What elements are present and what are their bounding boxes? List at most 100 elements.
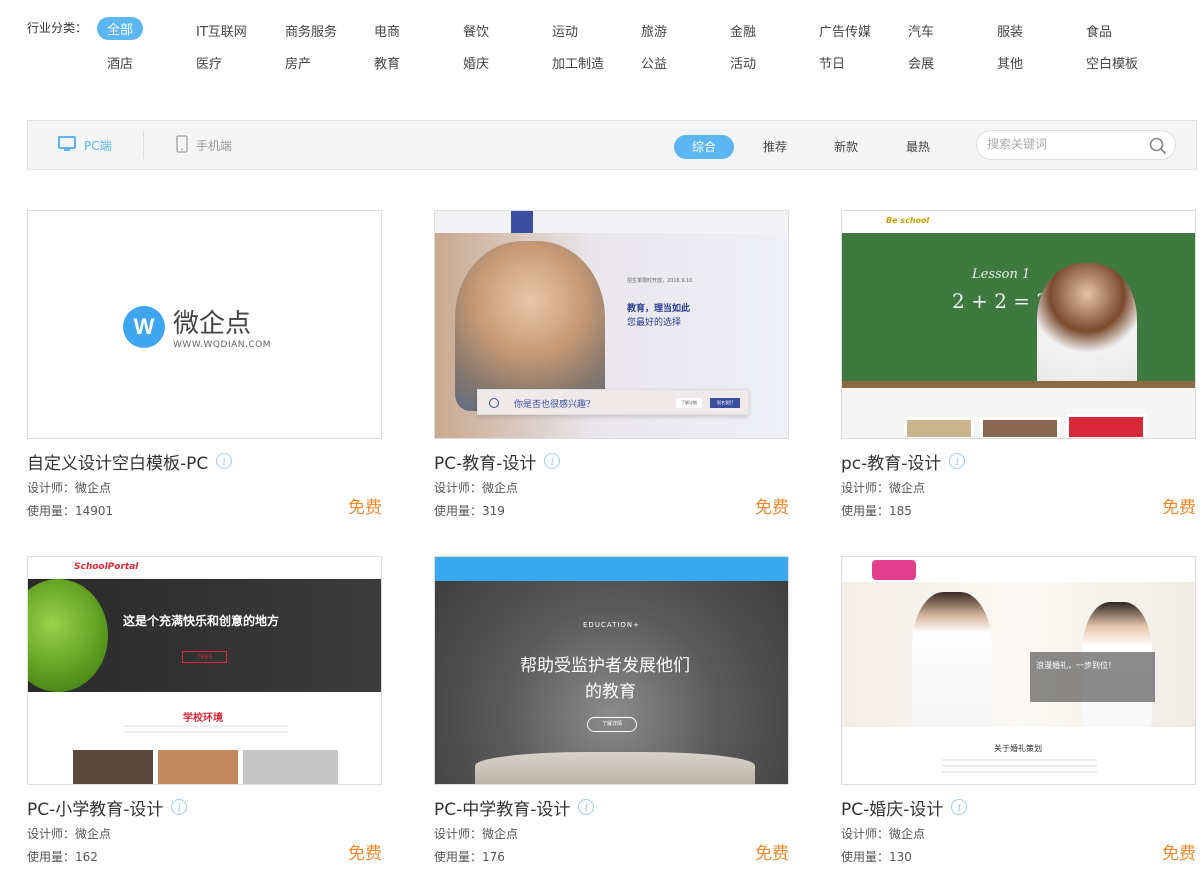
- designer-name: 微企点: [889, 481, 926, 495]
- price-badge: 免费: [348, 498, 382, 518]
- template-title[interactable]: PC-婚庆-设计: [841, 795, 943, 820]
- thumb-line1: 帮助受监护者发展他们: [520, 656, 690, 676]
- category-item[interactable]: 其他: [997, 53, 1023, 72]
- category-item[interactable]: 汽车: [908, 21, 934, 40]
- info-icon[interactable]: i: [951, 799, 968, 815]
- category-item[interactable]: 空白模板: [1086, 53, 1138, 72]
- category-item[interactable]: IT互联网: [196, 21, 247, 40]
- category-item[interactable]: 节日: [819, 53, 845, 72]
- category-item[interactable]: 电商: [374, 21, 400, 40]
- usage-count: 130: [889, 850, 912, 864]
- template-card: W 微企点 WWW.WQDIAN.COM 自定义设计空白模板-PC i 设计师：微…: [27, 210, 382, 518]
- usage-label: 使用量：: [841, 504, 890, 518]
- category-item[interactable]: 餐饮: [463, 21, 489, 40]
- thumb-logo-url: WWW.WQDIAN.COM: [173, 340, 271, 350]
- thumb-btn2: 报名我们: [710, 398, 740, 408]
- thumb-hero: 浪漫婚礼，一步到位！: [842, 582, 1195, 727]
- template-thumbnail[interactable]: 招生季限时开放，2016.9.10 教育，理当如此 您最好的选择 你是否也很感兴…: [434, 210, 789, 439]
- sort-new[interactable]: 新款: [821, 135, 871, 159]
- device-tab-mobile-label: 手机端: [196, 138, 233, 153]
- sort-composite[interactable]: 综合: [674, 135, 734, 159]
- search-input[interactable]: [987, 137, 1137, 151]
- category-item[interactable]: 医疗: [196, 53, 222, 72]
- info-icon[interactable]: i: [216, 453, 233, 469]
- template-thumbnail[interactable]: 浪漫婚礼，一步到位！ 关于婚礼策划: [841, 556, 1196, 785]
- category-item[interactable]: 酒店: [107, 53, 133, 72]
- thumb-section: 关于婚礼策划: [994, 744, 1042, 753]
- info-icon[interactable]: i: [578, 799, 595, 815]
- device-tab-pc-label: PC端: [84, 138, 112, 153]
- thumb-woman-photo: [455, 241, 605, 411]
- category-item[interactable]: 运动: [552, 21, 578, 40]
- sort-recommended[interactable]: 推荐: [750, 135, 800, 159]
- category-item[interactable]: 会展: [908, 53, 934, 72]
- category-item[interactable]: 教育: [374, 53, 400, 72]
- thumb-headline: 这是个充满快乐和创意的地方: [123, 614, 280, 628]
- thumb-groom-photo: [912, 592, 992, 727]
- thumb-logo-icon: [872, 560, 916, 580]
- toolbar-divider: [143, 131, 144, 159]
- category-item[interactable]: 婚庆: [463, 53, 489, 72]
- search-icon[interactable]: [1149, 137, 1167, 159]
- search-box: [976, 130, 1176, 160]
- wqdian-logo-icon: W: [123, 305, 165, 348]
- designer-name: 微企点: [889, 827, 926, 841]
- usage-label: 使用量：: [434, 504, 483, 518]
- price-badge: 免费: [755, 844, 789, 864]
- category-item[interactable]: 加工制造: [552, 53, 604, 72]
- category-item[interactable]: 商务服务: [285, 21, 337, 40]
- category-item[interactable]: 活动: [730, 53, 756, 72]
- info-icon[interactable]: i: [544, 453, 561, 469]
- device-tab-pc[interactable]: PC端: [58, 121, 112, 169]
- usage-count: 14901: [75, 504, 114, 518]
- category-item[interactable]: 服装: [997, 21, 1023, 40]
- designer-label: 设计师：: [434, 481, 483, 495]
- thumb-headline: 教育，理当如此: [627, 304, 691, 314]
- thumb-book-image: [475, 752, 755, 784]
- template-card: Be school Lesson 1 2 + 2 = ? pc-教育-设计 i 设…: [841, 210, 1196, 518]
- thumb-brand: EDUCATION+: [583, 621, 641, 629]
- usage-label: 使用量：: [27, 504, 76, 518]
- price-badge: 免费: [755, 498, 789, 518]
- template-thumbnail[interactable]: Be school Lesson 1 2 + 2 = ?: [841, 210, 1196, 439]
- category-item[interactable]: 房产: [285, 53, 311, 72]
- device-tab-mobile[interactable]: 手机端: [176, 121, 232, 169]
- designer-label: 设计师：: [434, 827, 483, 841]
- category-item[interactable]: 全部: [97, 17, 144, 40]
- category-item[interactable]: 旅游: [641, 21, 667, 40]
- sort-hottest[interactable]: 最热: [893, 135, 943, 159]
- info-icon[interactable]: i: [949, 453, 966, 469]
- template-title[interactable]: PC-教育-设计: [434, 449, 536, 474]
- category-item[interactable]: 公益: [641, 53, 667, 72]
- template-thumbnail[interactable]: SchoolPortal 这是个充满快乐和创意的地方 了解更多 学校环境: [27, 556, 382, 785]
- thumb-date: 招生季限时开放，2016.9.10: [627, 278, 693, 284]
- template-card: 浪漫婚礼，一步到位！ 关于婚礼策划 PC-婚庆-设计 i 设计师：微企点 使用量：…: [841, 556, 1196, 864]
- template-title[interactable]: PC-小学教育-设计: [27, 795, 163, 820]
- designer-name: 微企点: [75, 827, 112, 841]
- thumb-question-bar: 你是否也很感兴趣？ 了解详细 报名我们: [477, 389, 749, 415]
- template-thumbnail[interactable]: EDUCATION+ 帮助受监护者发展他们 的教育 了解详情: [434, 556, 789, 785]
- industry-label: 行业分类：: [27, 21, 88, 35]
- usage-count: 162: [75, 850, 98, 864]
- thumb-lesson: Lesson 1: [972, 267, 1031, 282]
- thumb-logo-icon: [511, 211, 533, 233]
- category-item[interactable]: 食品: [1086, 21, 1112, 40]
- thumb-equation: 2 + 2 = ?: [952, 289, 1048, 313]
- thumb-subline: 您最好的选择: [627, 318, 682, 328]
- category-item[interactable]: 广告传媒: [819, 21, 871, 40]
- template-title[interactable]: PC-中学教育-设计: [434, 795, 570, 820]
- template-title[interactable]: pc-教育-设计: [841, 449, 941, 474]
- usage-count: 176: [482, 850, 505, 864]
- template-thumbnail[interactable]: W 微企点 WWW.WQDIAN.COM: [27, 210, 382, 439]
- thumb-brand: Be school: [886, 216, 930, 225]
- thumb-brand: SchoolPortal: [74, 562, 139, 572]
- info-icon[interactable]: i: [171, 799, 188, 815]
- designer-label: 设计师：: [841, 827, 890, 841]
- thumb-apple-image: [28, 579, 108, 692]
- thumb-question: 你是否也很感兴趣？: [514, 400, 596, 410]
- usage-label: 使用量：: [434, 850, 483, 864]
- template-title[interactable]: 自定义设计空白模板-PC: [27, 449, 208, 474]
- price-badge: 免费: [1162, 498, 1196, 518]
- designer-label: 设计师：: [841, 481, 890, 495]
- category-item[interactable]: 金融: [730, 21, 756, 40]
